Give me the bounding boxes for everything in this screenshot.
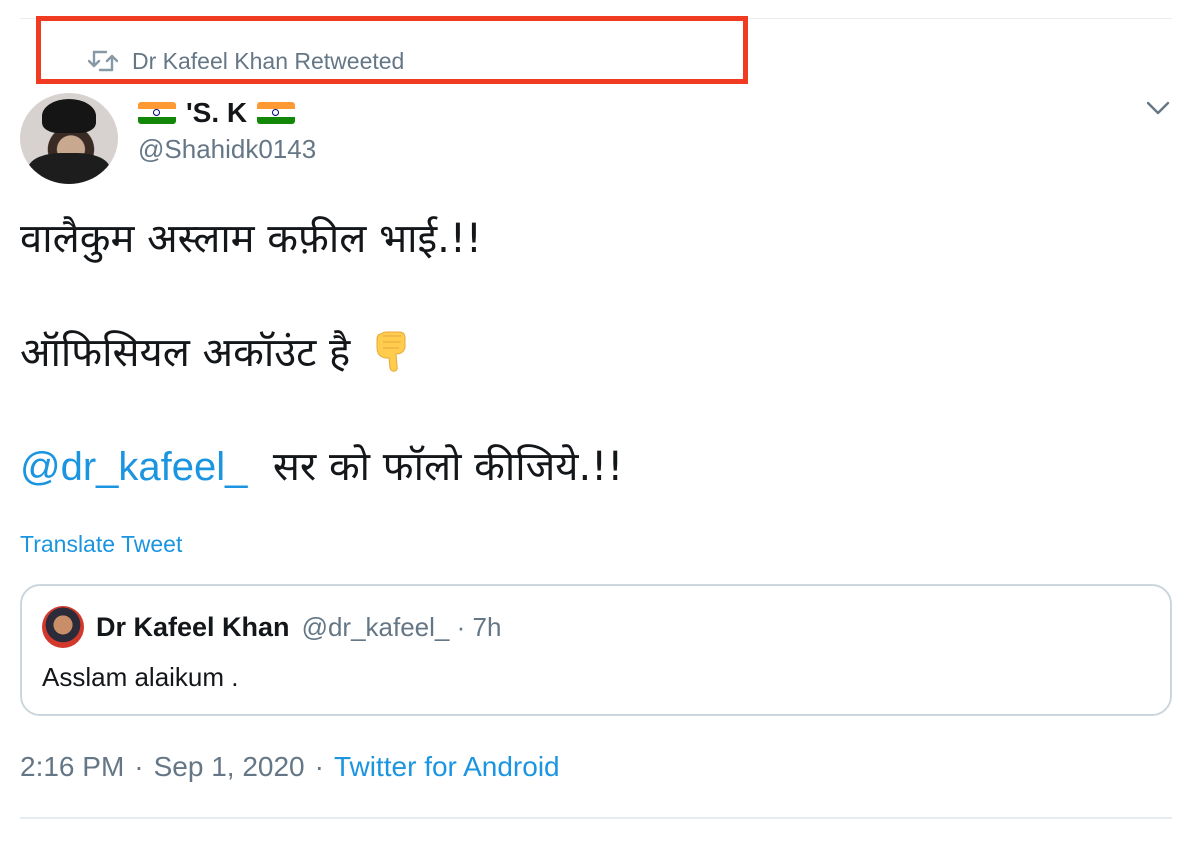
retweet-context[interactable]: Dr Kafeel Khan Retweeted [88,44,404,78]
author-info: 'S. K @Shahidk0143 [138,96,316,165]
tweet-date[interactable]: Sep 1, 2020 [154,751,305,783]
meta-separator: · [134,751,144,782]
retweet-icon [88,50,118,72]
tweet-line-2-text: ऑफिसियल अकॉउंट है [20,330,351,376]
translate-tweet-link[interactable]: Translate Tweet [20,531,182,558]
author-display-name[interactable]: 'S. K [138,96,316,130]
tweet-time[interactable]: 2:16 PM [20,751,124,783]
chevron-down-icon[interactable] [1144,96,1172,120]
retweet-label: Dr Kafeel Khan Retweeted [132,47,405,74]
tweet-source-link[interactable]: Twitter for Android [334,751,560,783]
india-flag-icon [257,102,296,124]
tweet-body: वालैकुम अस्लाम कफ़ील भाई.!! ऑफिसियल अकॉउ… [20,210,1120,552]
quoted-tweet-header: Dr Kafeel Khan @dr_kafeel_ · 7h [42,606,501,648]
india-flag-icon [138,102,176,124]
pointing-down-hand-icon [376,331,406,372]
tweet-line-3-text: सर को फॉलो कीजिये.!! [272,444,624,490]
quoted-author-handle-time: @dr_kafeel_ · 7h [301,611,502,642]
quoted-tweet-card[interactable]: Dr Kafeel Khan @dr_kafeel_ · 7h Asslam a… [20,584,1172,716]
quoted-author-name: Dr Kafeel Khan [96,611,290,642]
author-name-text: 'S. K [186,97,248,128]
meta-separator: · [314,751,324,782]
tweet-meta: 2:16 PM · Sep 1, 2020 · Twitter for Andr… [20,751,560,783]
author-handle[interactable]: @Shahidk0143 [138,134,316,165]
author-avatar[interactable] [20,93,118,184]
quoted-author-avatar [42,606,84,648]
tweet-line-1: वालैकुम अस्लाम कफ़ील भाई.!! [20,216,482,262]
tweet-line-3: @dr_kafeel_ सर को फॉलो कीजिये.!! [20,438,1120,496]
tweet-line-2: ऑफिसियल अकॉउंट है [20,324,1120,382]
quoted-tweet-text: Asslam alaikum . [42,662,239,692]
bottom-divider [20,817,1172,819]
mention-link[interactable]: @dr_kafeel_ [20,445,247,489]
